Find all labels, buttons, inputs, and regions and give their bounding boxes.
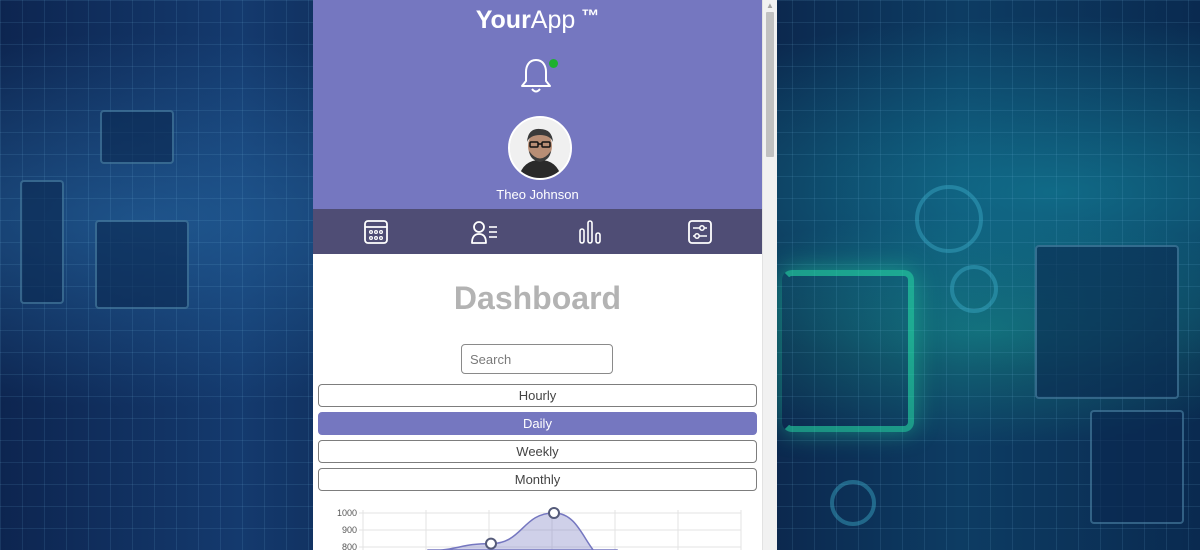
y-tick-label: 800 [342, 542, 357, 550]
scrollbar[interactable]: ▲ [762, 0, 777, 550]
range-weekly-button[interactable]: Weekly [318, 440, 757, 463]
circuit-chip [95, 220, 189, 309]
profile-header: YourApp ™ Theo Johnson [313, 0, 762, 209]
circuit-chip [1035, 245, 1179, 399]
brand-bold: Your [475, 6, 531, 34]
settings-sliders-icon [688, 220, 712, 244]
calendar-icon [364, 220, 388, 244]
daily-chart: 1000 900 800 [337, 507, 742, 550]
nav-users-button[interactable] [467, 215, 501, 249]
chart-point[interactable] [485, 537, 497, 550]
app-logo[interactable]: YourApp ™ [313, 6, 762, 35]
circuit-chip [100, 110, 174, 164]
chart-point[interactable] [548, 507, 560, 519]
circuit-ring [950, 265, 998, 313]
chart-area-series [427, 512, 618, 550]
app-panel: YourApp ™ Theo Johnson Dashboard Search … [313, 0, 762, 550]
notification-dot [549, 59, 558, 68]
range-monthly-button[interactable]: Monthly [318, 468, 757, 491]
bar-chart-icon [579, 220, 601, 244]
avatar[interactable] [508, 116, 572, 180]
circuit-ring [830, 480, 876, 526]
scrollbar-thumb[interactable] [766, 12, 774, 157]
nav-settings-button[interactable] [683, 215, 717, 249]
y-tick-label: 900 [342, 525, 357, 535]
user-name: Theo Johnson [496, 187, 579, 202]
scroll-up-arrow-icon[interactable]: ▲ [763, 0, 777, 12]
trademark-mark: ™ [581, 6, 600, 26]
circuit-ring [915, 185, 983, 253]
search-input[interactable] [461, 344, 613, 374]
range-daily-button[interactable]: Daily [318, 412, 757, 435]
nav-calendar-button[interactable] [359, 215, 393, 249]
icon-navbar [313, 209, 762, 254]
circuit-chip [20, 180, 64, 304]
brand-rest: App [530, 6, 576, 34]
nav-stats-button[interactable] [573, 215, 607, 249]
circuit-chip [1090, 410, 1184, 524]
circuit-glow [782, 270, 914, 432]
y-tick-label: 1000 [337, 508, 357, 518]
user-list-icon [471, 221, 497, 244]
page-title: Dashboard [453, 280, 622, 316]
range-hourly-button[interactable]: Hourly [318, 384, 757, 407]
